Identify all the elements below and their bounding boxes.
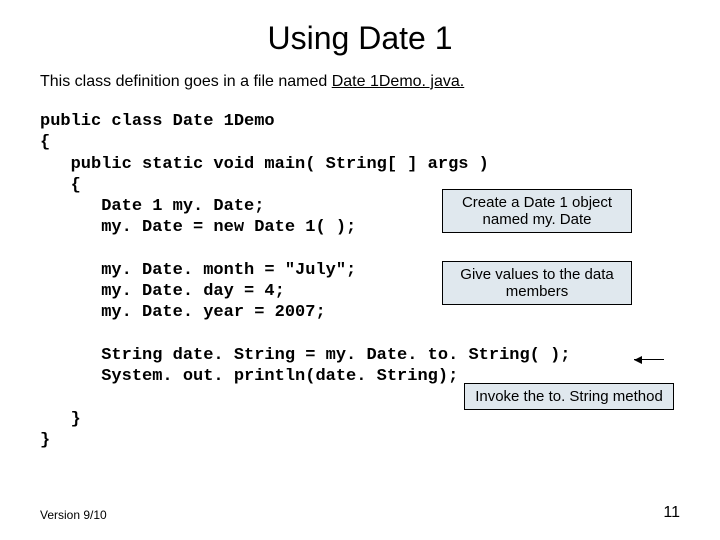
code-line: my. Date. year = 2007;	[40, 303, 326, 322]
code-line: my. Date = new Date 1( );	[40, 218, 356, 237]
footer-version: Version 9/10	[40, 508, 107, 522]
slide-title: Using Date 1	[40, 20, 680, 57]
annotation-invoke-tostring: Invoke the to. String method	[464, 383, 674, 410]
code-line: }	[40, 431, 50, 450]
code-line: String date. String = my. Date. to. Stri…	[40, 346, 571, 365]
annotation-give-values: Give values to the data members	[442, 261, 632, 305]
annotation-create-object: Create a Date 1 object named my. Date	[442, 189, 632, 233]
code-line: {	[40, 133, 50, 152]
code-line: {	[40, 176, 81, 195]
code-line: System. out. println(date. String);	[40, 367, 458, 386]
code-line: my. Date. month = "July";	[40, 261, 356, 280]
subtitle-filename: Date 1Demo. java.	[332, 73, 465, 90]
arrow-icon	[634, 359, 664, 360]
code-line: public class Date 1Demo	[40, 112, 275, 131]
code-line: Date 1 my. Date;	[40, 197, 264, 216]
code-line: }	[40, 410, 81, 429]
code-line: my. Date. day = 4;	[40, 282, 285, 301]
code-container: public class Date 1Demo { public static …	[40, 111, 680, 451]
subtitle-text: This class definition goes in a file nam…	[40, 73, 332, 90]
code-line: public static void main( String[ ] args …	[40, 155, 489, 174]
page-number: 11	[663, 504, 680, 522]
subtitle: This class definition goes in a file nam…	[40, 73, 680, 91]
